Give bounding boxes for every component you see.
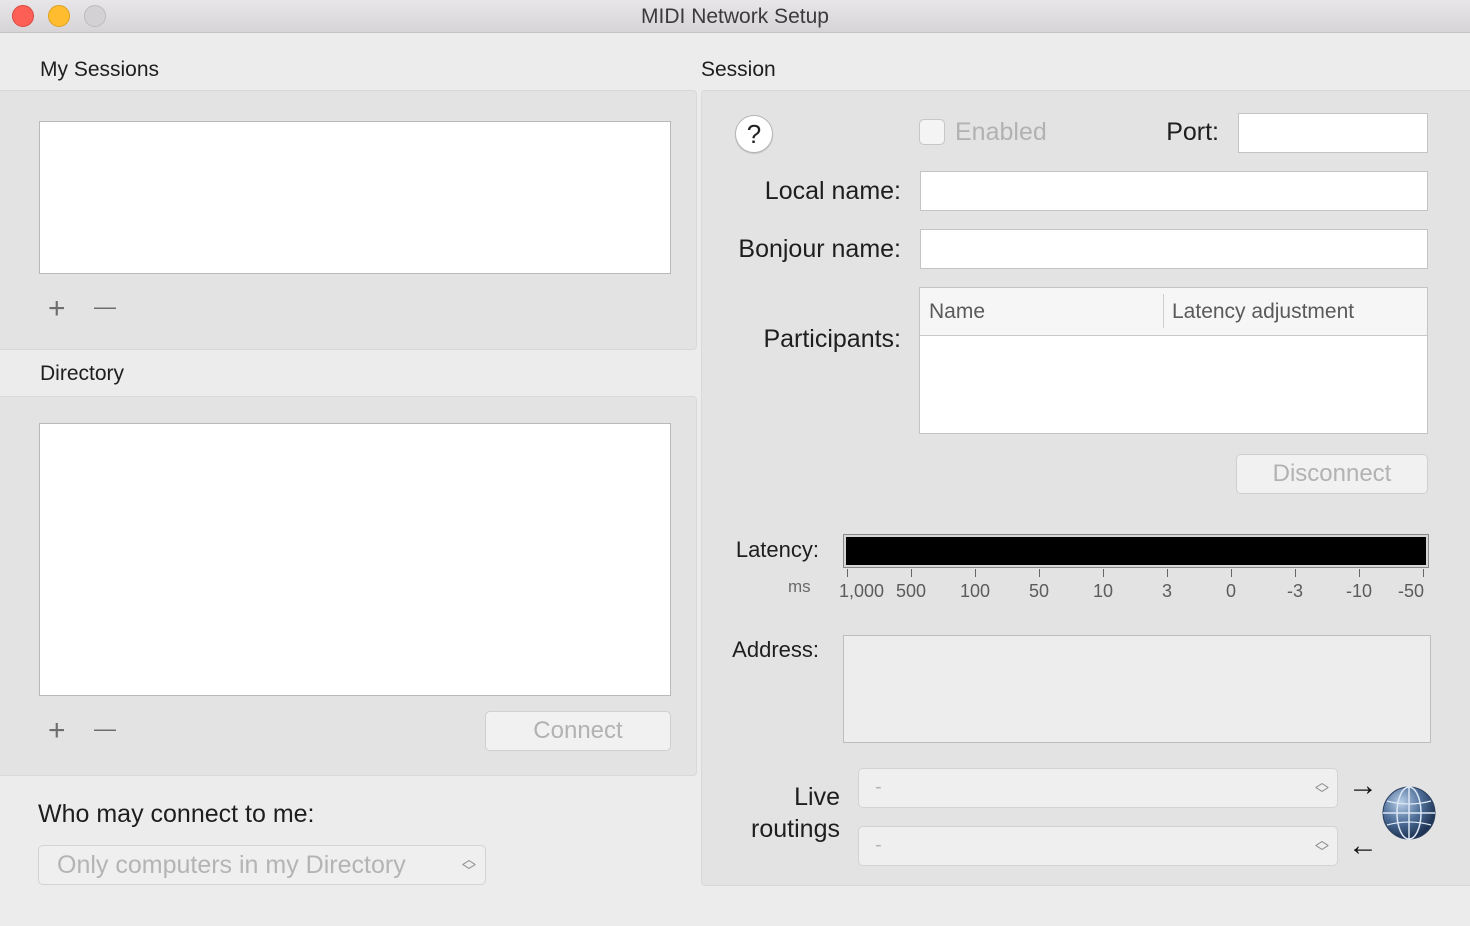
latency-tick <box>1295 569 1296 577</box>
local-name-field[interactable] <box>920 171 1428 211</box>
directory-list[interactable] <box>39 423 671 696</box>
popup-chevron-icon: ︿ ﹀ <box>1315 832 1329 860</box>
latency-meter <box>843 534 1429 568</box>
latency-label: Latency: <box>735 537 819 562</box>
latency-tick <box>1231 569 1232 577</box>
add-session-button[interactable]: + <box>48 294 66 324</box>
arrow-right-icon: → <box>1348 769 1378 802</box>
network-globe-icon <box>1382 786 1436 840</box>
who-may-connect-value: Only computers in my Directory <box>57 851 406 879</box>
latency-tick <box>1039 569 1040 577</box>
latency-tick <box>911 569 912 577</box>
enabled-checkbox[interactable] <box>919 119 945 145</box>
my-sessions-panel: + — <box>0 90 697 350</box>
latency-tick-label: -10 <box>1345 581 1372 601</box>
connect-button[interactable]: Connect <box>485 711 671 751</box>
add-directory-button[interactable]: + <box>48 716 66 746</box>
popup-chevron-icon: ︿ ﹀ <box>1315 774 1329 802</box>
disconnect-button[interactable]: Disconnect <box>1236 454 1428 494</box>
column-name[interactable]: Name <box>929 300 985 324</box>
directory-panel: + — Connect <box>0 396 697 776</box>
bonjour-name-field[interactable] <box>920 229 1428 269</box>
latency-tick-label: 10 <box>1092 581 1114 601</box>
column-latency-adjustment[interactable]: Latency adjustment <box>1172 300 1354 324</box>
remove-session-button[interactable]: — <box>94 292 116 322</box>
latency-tick-label: -3 <box>1286 581 1303 601</box>
bonjour-name-label: Bonjour name: <box>738 235 901 263</box>
window-title: MIDI Network Setup <box>641 5 829 28</box>
remove-directory-button[interactable]: — <box>94 714 116 744</box>
latency-tick-label: -50 <box>1397 581 1424 601</box>
popup-chevron-icon: ︿ ﹀ <box>462 851 476 879</box>
my-sessions-heading: My Sessions <box>40 58 160 81</box>
routing-output-popup[interactable]: - ︿ ﹀ <box>858 826 1338 866</box>
participants-header: Name Latency adjustment <box>920 288 1427 336</box>
routing-input-value: - <box>875 776 882 798</box>
latency-tick <box>975 569 976 577</box>
latency-tick <box>1103 569 1104 577</box>
participants-table[interactable]: Name Latency adjustment <box>919 287 1428 434</box>
latency-unit: ms <box>788 577 811 596</box>
live-routings-label-line-2: routings <box>751 815 840 843</box>
latency-tick-label: 50 <box>1028 581 1050 601</box>
who-may-connect-popup[interactable]: Only computers in my Directory ︿ ﹀ <box>38 845 486 885</box>
help-button[interactable]: ? <box>735 115 773 153</box>
routing-output-value: - <box>875 834 882 856</box>
address-label: Address: <box>732 637 819 662</box>
latency-tick <box>1167 569 1168 577</box>
latency-tick-label: 500 <box>895 581 927 601</box>
participants-label: Participants: <box>763 325 901 353</box>
latency-tick-label: 100 <box>959 581 991 601</box>
routing-input-popup[interactable]: - ︿ ﹀ <box>858 768 1338 808</box>
my-sessions-list[interactable] <box>39 121 671 274</box>
local-name-label: Local name: <box>764 177 901 205</box>
port-label: Port: <box>1166 118 1219 146</box>
column-divider <box>1163 294 1164 328</box>
latency-tick <box>847 569 848 577</box>
session-panel: ? Enabled Port: Local name: Bonjour name… <box>701 90 1470 886</box>
arrow-left-icon: ← <box>1348 829 1378 862</box>
address-field[interactable] <box>843 635 1431 743</box>
who-may-connect-label: Who may connect to me: <box>38 800 315 828</box>
port-field[interactable] <box>1238 113 1428 153</box>
directory-heading: Directory <box>40 362 125 385</box>
latency-tick <box>1359 569 1360 577</box>
live-routings-label-line-1: Live <box>794 783 840 811</box>
title-bar[interactable]: MIDI Network Setup <box>0 0 1470 33</box>
latency-tick-label: 0 <box>1225 581 1236 601</box>
session-heading: Session <box>701 58 776 81</box>
latency-tick-label: 3 <box>1161 581 1172 601</box>
enabled-label: Enabled <box>955 118 1047 146</box>
latency-tick <box>1423 569 1424 577</box>
midi-network-setup-window: MIDI Network Setup My Sessions + — Direc… <box>0 0 1470 926</box>
